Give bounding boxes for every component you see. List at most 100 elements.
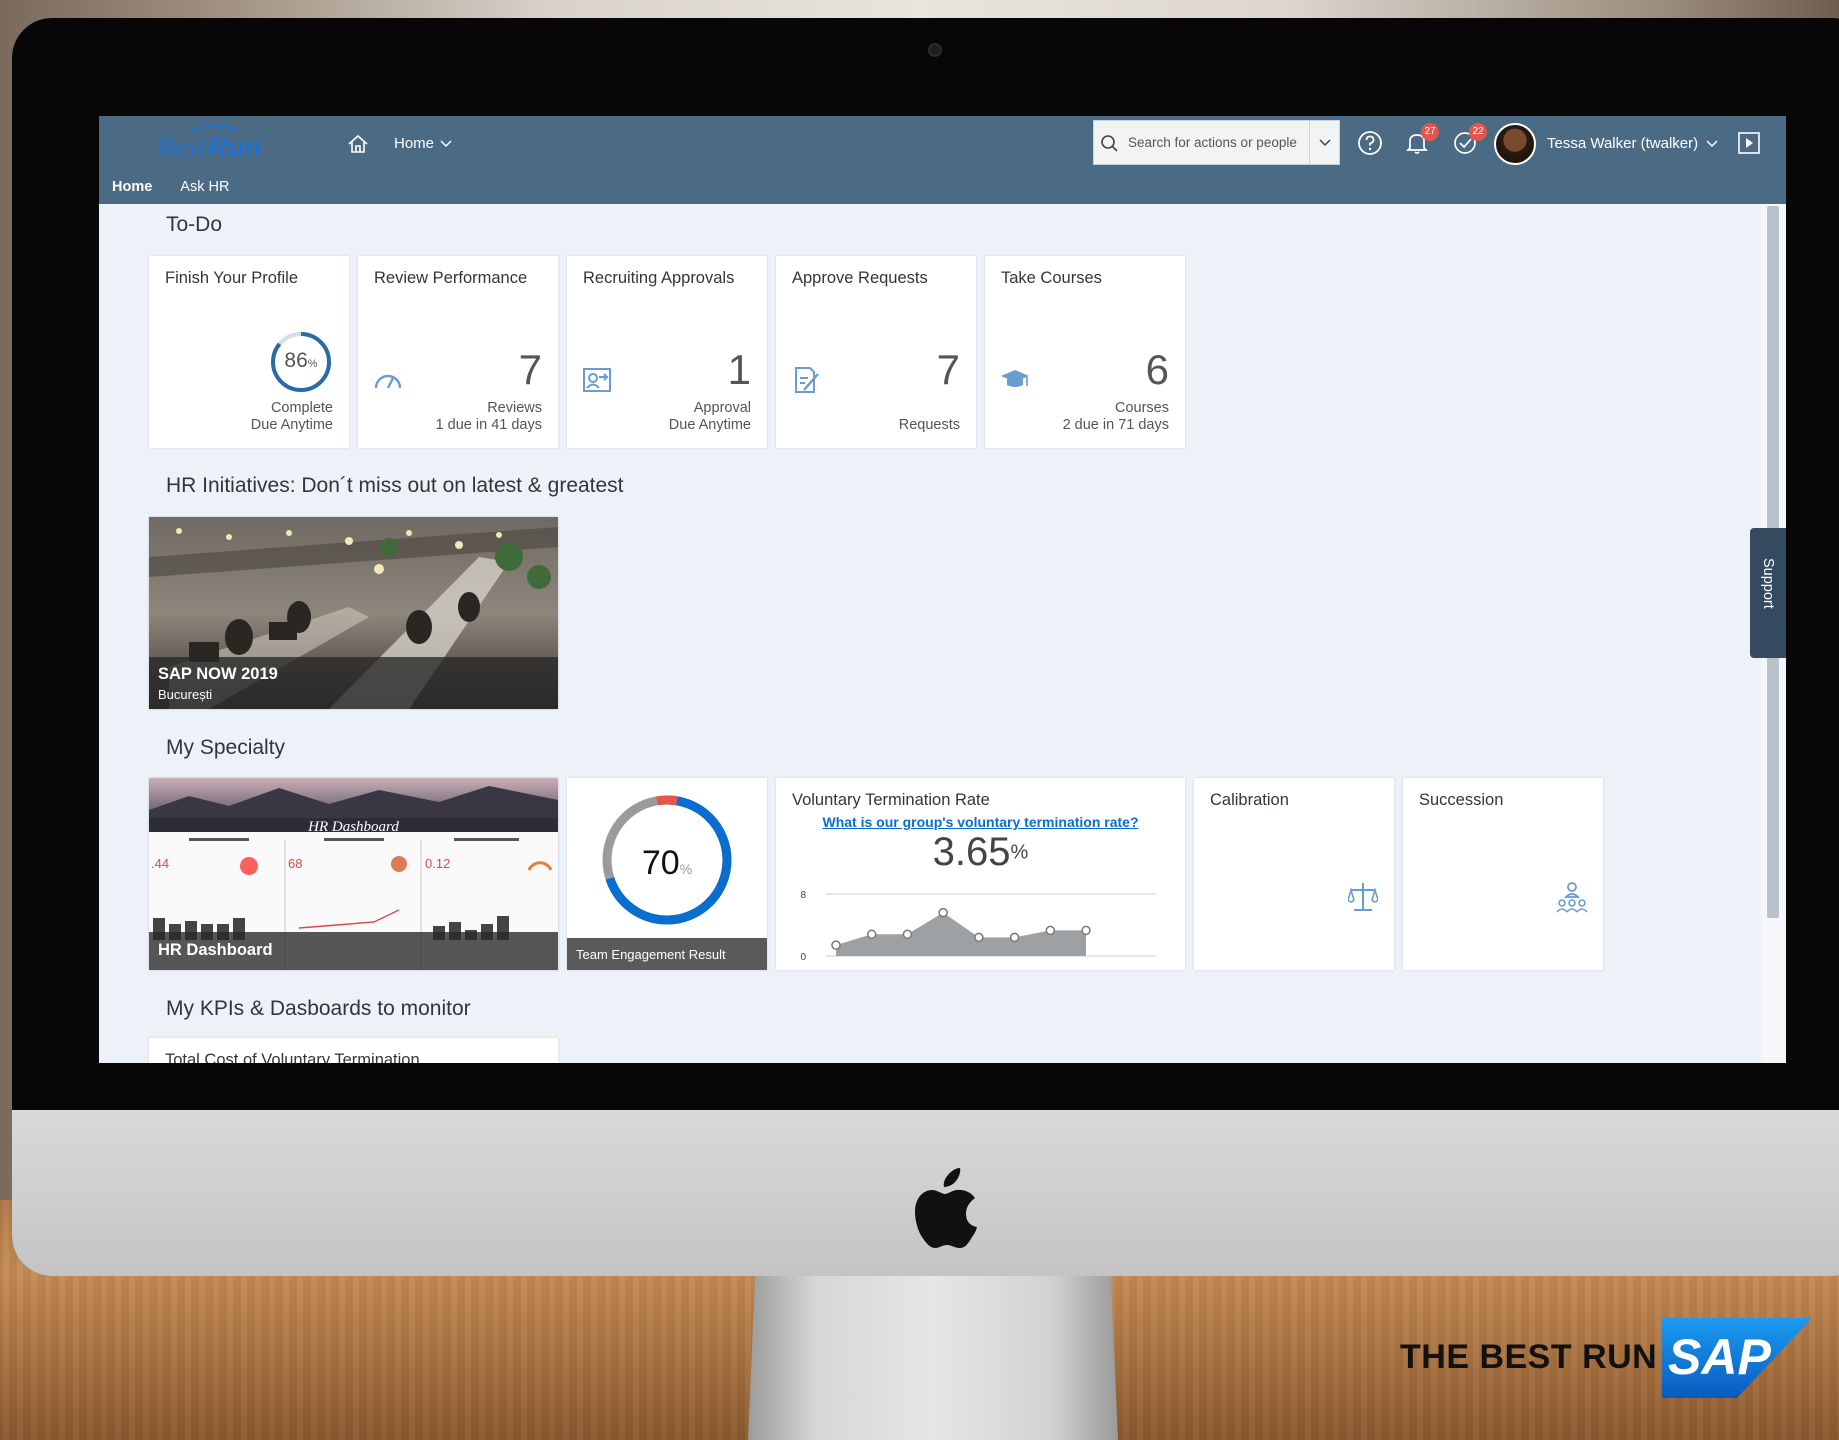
engagement-percent: 70 [641, 844, 680, 882]
tile-count: 1 [727, 346, 751, 393]
homepage-content: To-Do Finish Your Profile 86% Complete D… [99, 204, 1762, 1063]
tile-hr-dashboard[interactable]: HR Dashboard .44 68 0.12 HR Dashboard [149, 778, 558, 970]
avatar[interactable] [1494, 123, 1536, 165]
monitor-frame: Best Run Home Home Ask HR Search for act… [12, 18, 1839, 1276]
tile-recruiting-approvals[interactable]: Recruiting Approvals 1 Approval Due Anyt… [567, 256, 767, 448]
camera-icon [928, 43, 942, 57]
data-point[interactable] [974, 932, 984, 943]
y-tick-label-8: 8 [800, 890, 806, 901]
section-title-todo: To-Do [166, 213, 223, 236]
tile-total-cost-termination[interactable]: Total Cost of Voluntary Termination [149, 1038, 558, 1063]
tile-title: Total Cost of Voluntary Termination [165, 1051, 420, 1063]
user-menu[interactable]: Tessa Walker (twalker) [1547, 135, 1718, 152]
engagement-value: 70% [599, 844, 735, 883]
support-label: Support [1760, 558, 1776, 609]
tile-caption-title: HR Dashboard [158, 941, 273, 959]
tile-caption: HR Dashboard [149, 932, 558, 970]
tile-count: 7 [518, 346, 542, 393]
y-tick-label-0: 0 [800, 952, 806, 963]
tile-foot-line2: 2 due in 71 days [1062, 417, 1169, 433]
search-scope-dropdown[interactable] [1309, 121, 1339, 164]
tile-foot-line1: Courses [1115, 400, 1169, 416]
chevron-down-icon [440, 139, 452, 147]
tile-title: Voluntary Termination Rate [792, 791, 990, 809]
dashboard-kpi-1: .44 [151, 856, 170, 871]
tile-footer: Reviews 1 due in 41 days [436, 400, 542, 434]
chevron-down-icon [1318, 138, 1331, 146]
graduation-cap-icon [1001, 370, 1029, 387]
engagement-label: Team Engagement Result [567, 938, 767, 970]
tile-team-engagement[interactable]: 70% Team Engagement Result [567, 778, 767, 970]
home-menu-dropdown[interactable]: Home [394, 135, 452, 152]
tile-foot-line1: Reviews [487, 400, 542, 416]
section-title-kpis: My KPIs & Dasboards to monitor [166, 997, 471, 1020]
notifications-button[interactable]: 27 [1404, 123, 1439, 156]
chevron-down-icon [1706, 139, 1718, 147]
tile-title: Calibration [1210, 791, 1289, 809]
bestrun-logo[interactable]: Best Run [157, 122, 267, 168]
tile-foot-line2: Due Anytime [250, 417, 333, 433]
profile-progress-value: 86% [277, 349, 325, 373]
todo-badge: 22 [1469, 123, 1487, 141]
logo-text-run: Run [207, 131, 261, 162]
tile-count: 6 [1145, 346, 1169, 393]
subnav-item-ask-hr[interactable]: Ask HR [180, 179, 229, 195]
data-point[interactable] [866, 929, 877, 940]
exit-icon[interactable] [1736, 130, 1762, 156]
dashboard-kpi-2: 68 [288, 856, 303, 871]
tile-take-courses[interactable]: Take Courses 6 Courses 2 due in 71 days [985, 256, 1185, 448]
section-title-initiatives: HR Initiatives: Don´t miss out on latest… [166, 474, 624, 497]
data-point[interactable] [1081, 925, 1091, 936]
sap-branding: THE BEST RUN SAP [1400, 1318, 1820, 1398]
tile-caption: SAP NOW 2019 București [149, 657, 558, 709]
engagement-percent-unit: % [679, 861, 693, 877]
tile-caption-title: SAP NOW 2019 [158, 665, 278, 683]
profile-percent-unit: % [307, 358, 318, 370]
data-point[interactable] [1009, 932, 1020, 943]
subnav-item-home[interactable]: Home [112, 179, 152, 195]
search-field[interactable] [1093, 120, 1340, 165]
data-point[interactable] [902, 929, 913, 940]
tile-title: Finish Your Profile [165, 269, 298, 287]
data-point[interactable] [1045, 925, 1056, 936]
sub-navigation: Home Ask HR [112, 179, 229, 195]
document-pen-icon [795, 367, 819, 393]
apple-logo-icon [915, 1168, 977, 1248]
tile-foot-line2: Due Anytime [668, 417, 751, 433]
notifications-badge: 27 [1421, 123, 1439, 141]
termination-rate: 3.65 [932, 830, 1011, 874]
tile-title: Take Courses [1001, 269, 1102, 287]
todo-button[interactable]: 22 [1452, 123, 1487, 156]
data-point[interactable] [938, 907, 948, 918]
shell-bar: Best Run Home Home Ask HR Search for act… [99, 116, 1786, 204]
tile-footer: Courses 2 due in 71 days [1063, 400, 1169, 434]
termination-rate-unit: % [1010, 841, 1029, 864]
brand-tagline: THE BEST RUN [1400, 1338, 1658, 1376]
tile-succession[interactable]: Succession [1403, 778, 1603, 970]
tile-calibration[interactable]: Calibration [1194, 778, 1394, 970]
sap-logo: SAP [1662, 1318, 1812, 1398]
search-icon [1101, 134, 1118, 152]
data-point[interactable] [831, 940, 841, 950]
tile-footer: Requests [899, 417, 960, 434]
termination-value: 3.65% [776, 830, 1185, 875]
tile-title: Succession [1419, 791, 1504, 809]
tile-approve-requests[interactable]: Approve Requests 7 Requests [776, 256, 976, 448]
tile-sap-now-2019[interactable]: SAP NOW 2019 București [149, 517, 558, 709]
sap-logo-text: SAP [1668, 1329, 1771, 1385]
tile-voluntary-termination[interactable]: Voluntary Termination Rate What is our g… [776, 778, 1185, 970]
tile-footer: Complete Due Anytime [251, 400, 333, 434]
tile-foot-line1: Complete [270, 400, 333, 416]
speedometer-icon [374, 374, 402, 389]
tile-footer: Approval Due Anytime [669, 400, 751, 434]
tile-review-performance[interactable]: Review Performance 7 Reviews 1 due in 41… [358, 256, 558, 448]
tile-title: Review Performance [374, 269, 528, 287]
search-input[interactable] [1124, 122, 1314, 163]
dashboard-preview-title: HR Dashboard [308, 819, 399, 835]
tile-finish-profile[interactable]: Finish Your Profile 86% Complete Due Any… [149, 256, 349, 448]
termination-question-link[interactable]: What is our group's voluntary terminatio… [822, 814, 1138, 830]
home-icon[interactable] [347, 133, 369, 155]
support-button[interactable]: Support [1750, 528, 1786, 658]
tile-foot-line2: 1 due in 41 days [435, 417, 542, 433]
help-icon[interactable] [1357, 130, 1383, 156]
